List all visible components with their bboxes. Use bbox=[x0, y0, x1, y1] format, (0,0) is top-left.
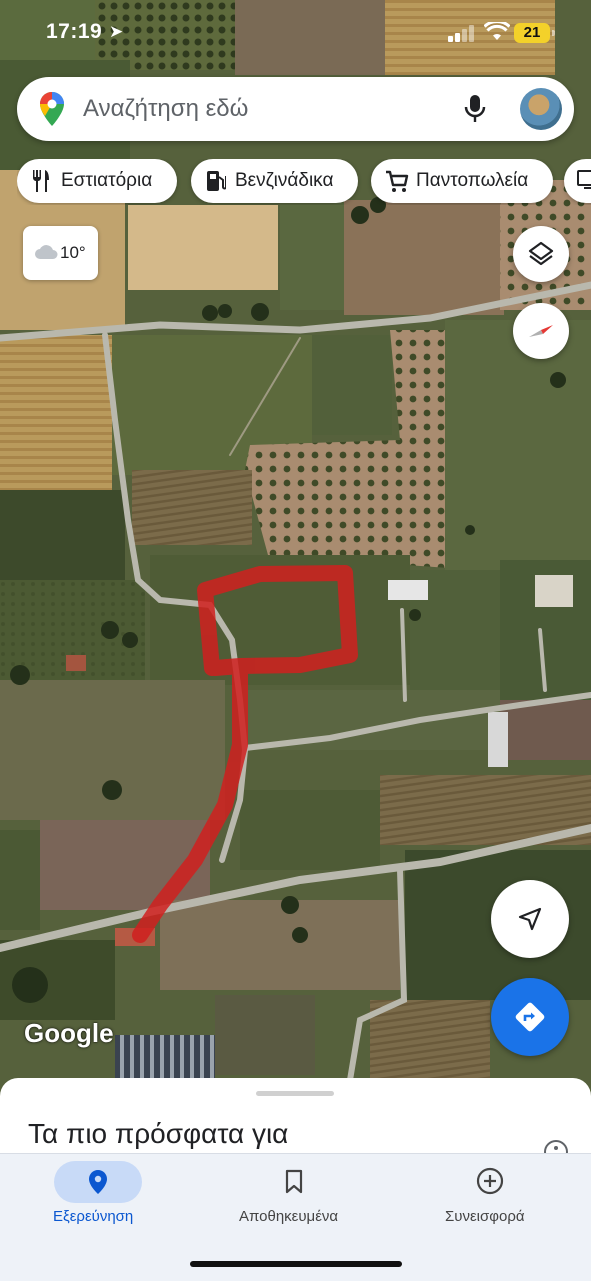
compass-button[interactable] bbox=[513, 303, 569, 359]
temperature: 10° bbox=[60, 243, 86, 262]
search-bar[interactable]: Αναζήτηση εδώ bbox=[17, 77, 574, 141]
navigation-arrow-icon bbox=[518, 907, 542, 931]
cellular-signal-icon bbox=[448, 24, 478, 42]
battery-indicator: 21 bbox=[514, 23, 555, 43]
bottom-sheet[interactable]: Τα πιο πρόσφατα για bbox=[0, 1078, 591, 1164]
sheet-title: Τα πιο πρόσφατα για bbox=[28, 1118, 289, 1149]
search-input[interactable]: Αναζήτηση εδώ bbox=[83, 95, 248, 123]
status-bar: 17:19 ➤ 21 bbox=[0, 0, 591, 66]
weather-widget[interactable]: 10° bbox=[23, 226, 98, 280]
location-pin-icon bbox=[54, 1161, 142, 1203]
bookmark-icon bbox=[250, 1161, 338, 1203]
google-logo: Google bbox=[24, 1018, 114, 1048]
gas-station-icon bbox=[207, 171, 226, 191]
location-services-icon: ➤ bbox=[109, 22, 124, 41]
category-chips: Εστιατόρια Βενζινάδικα Παντοπωλεία bbox=[17, 159, 591, 205]
chip-restaurants[interactable]: Εστιατόρια bbox=[17, 159, 177, 203]
tab-explore[interactable]: Εξερεύνηση bbox=[36, 1154, 160, 1244]
directions-icon bbox=[515, 1002, 545, 1032]
tab-saved[interactable]: Αποθηκευμένα bbox=[232, 1154, 356, 1244]
google-maps-pin-icon bbox=[40, 92, 64, 126]
chip-gas-stations[interactable]: Βενζινάδικα bbox=[191, 159, 358, 203]
layers-button[interactable] bbox=[513, 226, 569, 282]
clock: 17:19 bbox=[46, 20, 103, 43]
cloud-icon bbox=[35, 245, 58, 259]
tab-label: Εξερεύνηση bbox=[53, 1208, 134, 1225]
chip-label: Εστιατόρια bbox=[61, 170, 153, 191]
wifi-icon bbox=[484, 22, 510, 40]
cart-icon bbox=[386, 170, 409, 192]
my-location-button[interactable] bbox=[491, 880, 569, 958]
home-indicator[interactable] bbox=[190, 1261, 402, 1267]
fork-knife-icon bbox=[33, 170, 49, 192]
sheet-drag-handle[interactable] bbox=[256, 1091, 334, 1096]
chip-label: Παντοπωλεία bbox=[416, 170, 529, 191]
chip-groceries[interactable]: Παντοπωλεία bbox=[371, 159, 553, 203]
tab-label: Συνεισφορά bbox=[445, 1208, 525, 1225]
plus-circle-icon bbox=[446, 1161, 534, 1203]
tab-contribute[interactable]: Συνεισφορά bbox=[428, 1154, 552, 1244]
chip-label: Βενζινάδικα bbox=[235, 170, 334, 191]
layers-icon bbox=[528, 241, 554, 266]
directions-button[interactable] bbox=[491, 978, 569, 1056]
monitor-icon bbox=[577, 170, 591, 189]
microphone-icon[interactable] bbox=[463, 94, 487, 124]
compass-icon bbox=[529, 325, 553, 337]
chip-more[interactable] bbox=[564, 159, 591, 203]
profile-avatar[interactable] bbox=[520, 88, 562, 130]
tab-label: Αποθηκευμένα bbox=[239, 1208, 339, 1225]
